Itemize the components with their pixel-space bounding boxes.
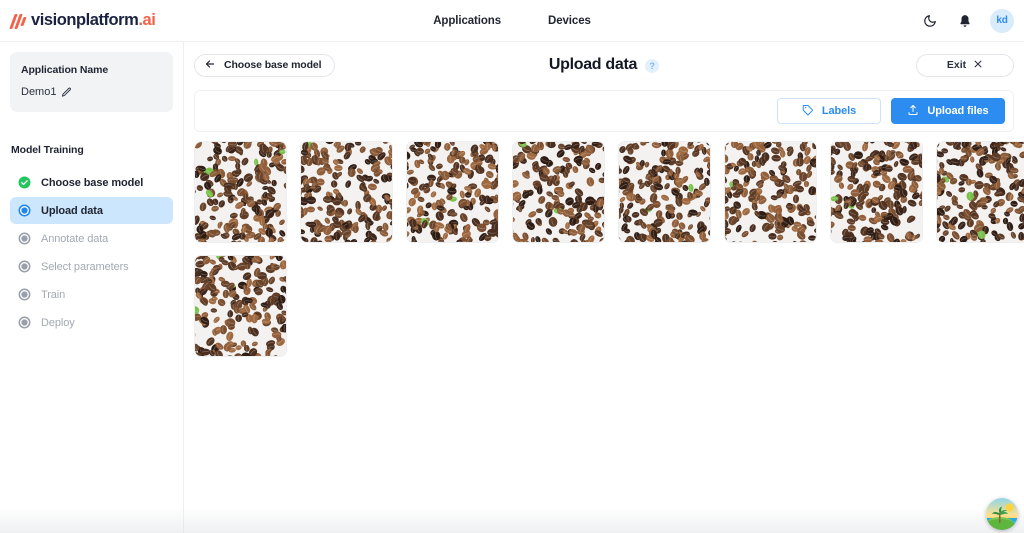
sidebar-item-label: Upload data <box>41 204 103 217</box>
image-thumbnail[interactable] <box>194 255 287 357</box>
nav-item-applications[interactable]: Applications <box>433 15 501 27</box>
thumbnail-image <box>725 142 816 242</box>
sidebar-item-choose-base-model[interactable]: Choose base model <box>10 169 173 196</box>
thumbnail-image <box>195 142 286 242</box>
slashes-logo-icon <box>9 13 27 29</box>
image-thumbnail[interactable] <box>830 141 923 243</box>
model-training-section-title: Model Training <box>11 144 84 156</box>
sidebar-item-label: Deploy <box>41 316 75 329</box>
thumbnail-image <box>301 142 392 242</box>
radio-disabled-icon <box>18 316 31 329</box>
pencil-icon[interactable] <box>61 87 72 98</box>
thumbnail-image <box>513 142 604 242</box>
back-to-choose-base-model-button[interactable]: Choose base model <box>194 53 335 77</box>
image-thumbnail[interactable] <box>512 141 605 243</box>
upload-files-button[interactable]: Upload files <box>891 98 1005 124</box>
upload-files-button-label: Upload files <box>927 105 989 117</box>
sidebar-item-label: Train <box>41 288 66 301</box>
bell-icon[interactable] <box>955 11 975 31</box>
check-circle-icon <box>18 176 31 189</box>
upload-icon <box>907 104 919 119</box>
thumbnail-image <box>619 142 710 242</box>
application-name-card: Application Name Demo1 <box>10 52 173 112</box>
sidebar: Application Name Demo1 Model Training Ch… <box>0 42 184 533</box>
sidebar-item-annotate-data: Annotate data <box>10 225 173 252</box>
labels-button[interactable]: Labels <box>777 98 881 124</box>
data-toolbar: Labels Upload files <box>194 90 1014 132</box>
sidebar-item-select-parameters: Select parameters <box>10 253 173 280</box>
radio-selected-icon <box>18 204 31 217</box>
thumbnail-image <box>407 142 498 242</box>
image-thumbnail[interactable] <box>406 141 499 243</box>
image-thumbnail[interactable] <box>618 141 711 243</box>
help-icon[interactable]: ? <box>645 59 660 73</box>
sidebar-item-label: Annotate data <box>41 232 109 245</box>
exit-button-label: Exit <box>946 59 967 71</box>
image-thumbnail[interactable] <box>300 141 393 243</box>
thumbnail-image <box>195 256 286 356</box>
radio-disabled-icon <box>18 260 31 273</box>
brand-logo[interactable]: visionplatform.ai <box>9 0 156 41</box>
sidebar-item-label: Choose base model <box>41 176 144 189</box>
main-content: Choose base model Upload data ? Exit Lab… <box>184 42 1024 533</box>
close-icon <box>973 59 983 72</box>
main-header: Choose base model Upload data ? Exit <box>184 46 1024 84</box>
nav-item-devices[interactable]: Devices <box>548 15 591 27</box>
image-thumbnail[interactable] <box>194 141 287 243</box>
back-button-label: Choose base model <box>224 59 322 71</box>
support-chat-widget-button[interactable] <box>986 498 1018 530</box>
sidebar-item-deploy: Deploy <box>10 309 173 336</box>
island-scene-icon <box>986 498 1018 530</box>
tag-icon <box>802 104 814 119</box>
sidebar-item-train: Train <box>10 281 173 308</box>
image-thumbnail[interactable] <box>936 141 1024 243</box>
application-root: visionplatform.ai Applications Devices k… <box>0 0 1024 533</box>
sidebar-item-label: Select parameters <box>41 260 129 273</box>
application-name-value-row: Demo1 <box>21 86 162 98</box>
moon-icon[interactable] <box>920 11 940 31</box>
avatar[interactable]: kd <box>990 8 1014 33</box>
top-bar: visionplatform.ai Applications Devices k… <box>0 0 1024 42</box>
arrow-left-icon <box>204 58 216 73</box>
brand-name: visionplatform.ai <box>31 11 156 30</box>
sidebar-item-upload-data[interactable]: Upload data <box>10 197 173 224</box>
exit-button[interactable]: Exit <box>916 53 1014 77</box>
top-bar-actions: kd <box>920 8 1014 33</box>
radio-disabled-icon <box>18 232 31 245</box>
model-training-steps: Choose base model Upload data Annotate d… <box>0 169 183 336</box>
uploaded-images-grid <box>194 141 1024 357</box>
application-name-value: Demo1 <box>21 86 57 98</box>
image-thumbnail[interactable] <box>724 141 817 243</box>
page-title: Upload data <box>548 56 638 73</box>
brand-name-text: visionplatform <box>31 11 139 29</box>
thumbnail-image <box>937 142 1024 242</box>
thumbnail-image <box>831 142 922 242</box>
labels-button-label: Labels <box>821 105 857 117</box>
radio-disabled-icon <box>18 288 31 301</box>
application-name-label: Application Name <box>21 64 109 76</box>
brand-suffix: .ai <box>138 11 156 29</box>
